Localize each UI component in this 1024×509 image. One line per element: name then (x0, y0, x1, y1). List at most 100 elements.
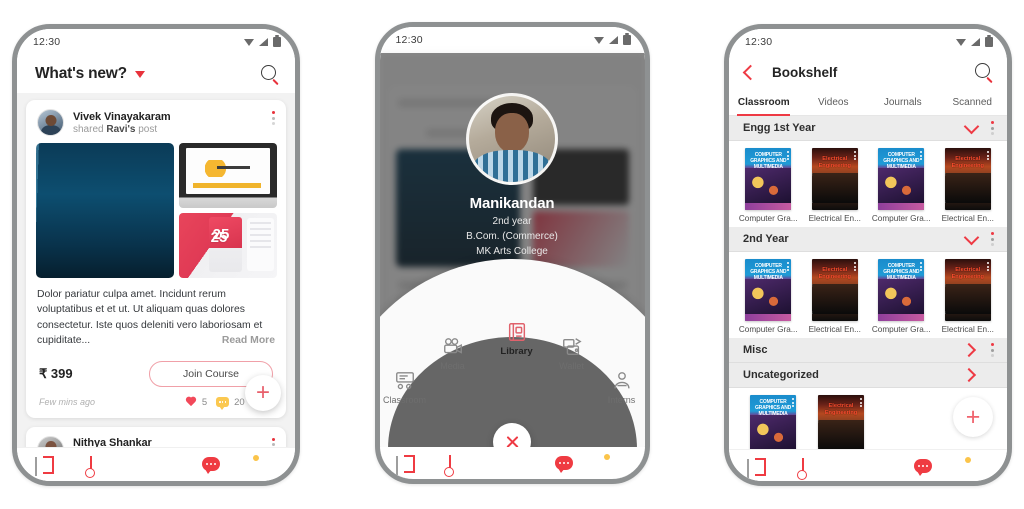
nav-calendar-icon[interactable] (449, 454, 469, 474)
nav-hub-icon[interactable] (858, 457, 878, 476)
nav-notifications-icon[interactable] (608, 454, 628, 473)
book-options-button[interactable] (853, 262, 856, 272)
bottom-navigation[interactable] (17, 447, 295, 481)
chevron-down-icon[interactable] (134, 70, 145, 78)
post-card[interactable]: Nithya Shankar shared Sudharkar's post (26, 426, 286, 447)
nav-notifications-icon[interactable] (257, 455, 277, 474)
menu-item-interns[interactable]: Interns (593, 370, 645, 405)
book-grid[interactable]: COMPUTER GRAPHICS AND MULTIMEDIA Compute… (729, 252, 1007, 338)
comment-reaction[interactable]: 20 (216, 397, 245, 411)
book-item[interactable]: Electrical Engineering (811, 395, 871, 449)
nav-classroom-icon[interactable] (34, 455, 55, 476)
avatar[interactable] (466, 93, 558, 185)
nav-chat-icon[interactable] (913, 457, 934, 476)
nav-hub-icon[interactable] (146, 455, 166, 474)
post-author: Nithya Shankar (73, 437, 152, 447)
cover-title: Electrical Engineering (818, 156, 851, 169)
nav-chat-icon[interactable] (201, 455, 222, 474)
post-image-secondary[interactable] (179, 143, 277, 208)
search-icon[interactable] (261, 65, 279, 83)
book-options-button[interactable] (787, 262, 790, 272)
book-options-button[interactable] (920, 262, 923, 272)
status-time: 12:30 (33, 36, 61, 48)
bookshelf-content[interactable]: Engg 1st Year COMPUTER GRAPHICS AND MULT… (729, 116, 1007, 449)
section-header-2nd-year[interactable]: 2nd Year (729, 227, 1007, 252)
nav-calendar-icon[interactable] (802, 457, 822, 477)
cover-title: Electrical Engineering (824, 403, 858, 416)
menu-label: Interns (607, 395, 636, 405)
nav-classroom-icon[interactable] (746, 457, 767, 478)
book-cover-computer-graphics[interactable]: COMPUTER GRAPHICS AND MULTIMEDIA (750, 395, 796, 449)
book-cover-electrical-engineering[interactable]: Electrical Engineering (811, 148, 858, 210)
section-header-engg-1st-year[interactable]: Engg 1st Year (729, 116, 1007, 141)
tab-scanned[interactable]: Scanned (938, 89, 1008, 115)
section-options-button[interactable] (987, 232, 997, 246)
book-item[interactable]: Electrical Engineering Electrical En... (938, 148, 998, 223)
avatar[interactable] (37, 109, 64, 136)
signal-icon (259, 38, 268, 46)
tab-videos[interactable]: Videos (799, 89, 869, 115)
chevron-right-icon[interactable] (961, 367, 977, 383)
bottom-navigation[interactable] (729, 449, 1007, 481)
post-options-button[interactable] (272, 437, 275, 447)
book-cover-computer-graphics[interactable]: COMPUTER GRAPHICS AND MULTIMEDIA (745, 259, 792, 321)
create-post-fab[interactable]: + (245, 375, 281, 411)
back-arrow-icon[interactable] (742, 64, 759, 80)
book-cover-electrical-engineering[interactable]: Electrical Engineering (818, 395, 864, 449)
nav-chat-icon[interactable] (555, 454, 575, 473)
book-cover-electrical-engineering[interactable]: Electrical Engineering (944, 148, 991, 210)
book-item[interactable]: COMPUTER GRAPHICS AND MULTIMEDIA Compute… (738, 259, 798, 334)
feed-list[interactable]: Vivek Vinayakaram shared Ravi's post 25 (17, 93, 295, 447)
book-cover-electrical-engineering[interactable]: Electrical Engineering (811, 259, 858, 321)
tab-classroom[interactable]: Classroom (729, 89, 799, 116)
section-options-button[interactable] (987, 121, 997, 135)
book-options-button[interactable] (986, 151, 989, 161)
post-image-main[interactable] (36, 143, 175, 278)
nav-classroom-icon[interactable] (396, 454, 416, 475)
book-item[interactable]: COMPUTER GRAPHICS AND MULTIMEDIA (743, 395, 803, 449)
section-header-misc[interactable]: Misc (729, 338, 1007, 363)
post-media[interactable]: 25 (26, 143, 286, 278)
book-item[interactable]: Electrical Engineering Electrical En... (938, 259, 998, 334)
post-card[interactable]: Vivek Vinayakaram shared Ravi's post 25 (26, 100, 286, 418)
book-cover-computer-graphics[interactable]: COMPUTER GRAPHICS AND MULTIMEDIA (878, 148, 925, 210)
section-options-button[interactable] (987, 343, 997, 357)
book-options-button[interactable] (920, 151, 923, 161)
bottom-navigation[interactable] (379, 447, 645, 479)
profile-course: B.Com. (Commerce) (466, 231, 558, 242)
menu-item-library[interactable]: Library (488, 321, 546, 357)
book-cover-computer-graphics[interactable]: COMPUTER GRAPHICS AND MULTIMEDIA (878, 259, 925, 321)
book-item[interactable]: Electrical Engineering Electrical En... (805, 148, 865, 223)
book-options-button[interactable] (792, 398, 794, 408)
book-options-button[interactable] (986, 262, 989, 272)
menu-item-media[interactable]: Media (424, 336, 482, 371)
chevron-down-icon[interactable] (963, 229, 980, 245)
menu-item-wallet[interactable]: Wallet (543, 336, 601, 371)
book-options-button[interactable] (787, 151, 790, 161)
book-cover-computer-graphics[interactable]: COMPUTER GRAPHICS AND MULTIMEDIA (745, 148, 792, 210)
book-item[interactable]: COMPUTER GRAPHICS AND MULTIMEDIA Compute… (871, 148, 931, 223)
nav-notifications-icon[interactable] (969, 457, 989, 476)
page-title[interactable]: What's new? (35, 65, 145, 83)
nav-calendar-icon[interactable] (90, 455, 110, 475)
read-more-link[interactable]: Read More (222, 333, 275, 348)
bookshelf-tabs[interactable]: Classroom Videos Journals Scanned (729, 89, 1007, 116)
section-header-uncategorized[interactable]: Uncategorized (729, 363, 1007, 388)
add-book-fab[interactable]: + (953, 397, 993, 437)
book-grid[interactable]: COMPUTER GRAPHICS AND MULTIMEDIA Compute… (729, 141, 1007, 227)
search-icon[interactable] (975, 63, 993, 81)
book-item[interactable]: COMPUTER GRAPHICS AND MULTIMEDIA Compute… (738, 148, 798, 223)
book-options-button[interactable] (853, 151, 856, 161)
post-image-tertiary[interactable]: 25 (179, 213, 277, 278)
like-reaction[interactable]: 5 (185, 397, 207, 408)
book-options-button[interactable] (860, 398, 862, 408)
chevron-down-icon[interactable] (963, 118, 980, 134)
avatar[interactable] (37, 435, 64, 447)
chevron-right-icon[interactable] (961, 342, 977, 358)
book-cover-electrical-engineering[interactable]: Electrical Engineering (944, 259, 991, 321)
tab-journals[interactable]: Journals (868, 89, 938, 115)
post-options-button[interactable] (272, 111, 275, 125)
book-item[interactable]: COMPUTER GRAPHICS AND MULTIMEDIA Compute… (871, 259, 931, 334)
book-item[interactable]: Electrical Engineering Electrical En... (805, 259, 865, 334)
menu-item-classroom[interactable]: Classroom (380, 370, 434, 405)
